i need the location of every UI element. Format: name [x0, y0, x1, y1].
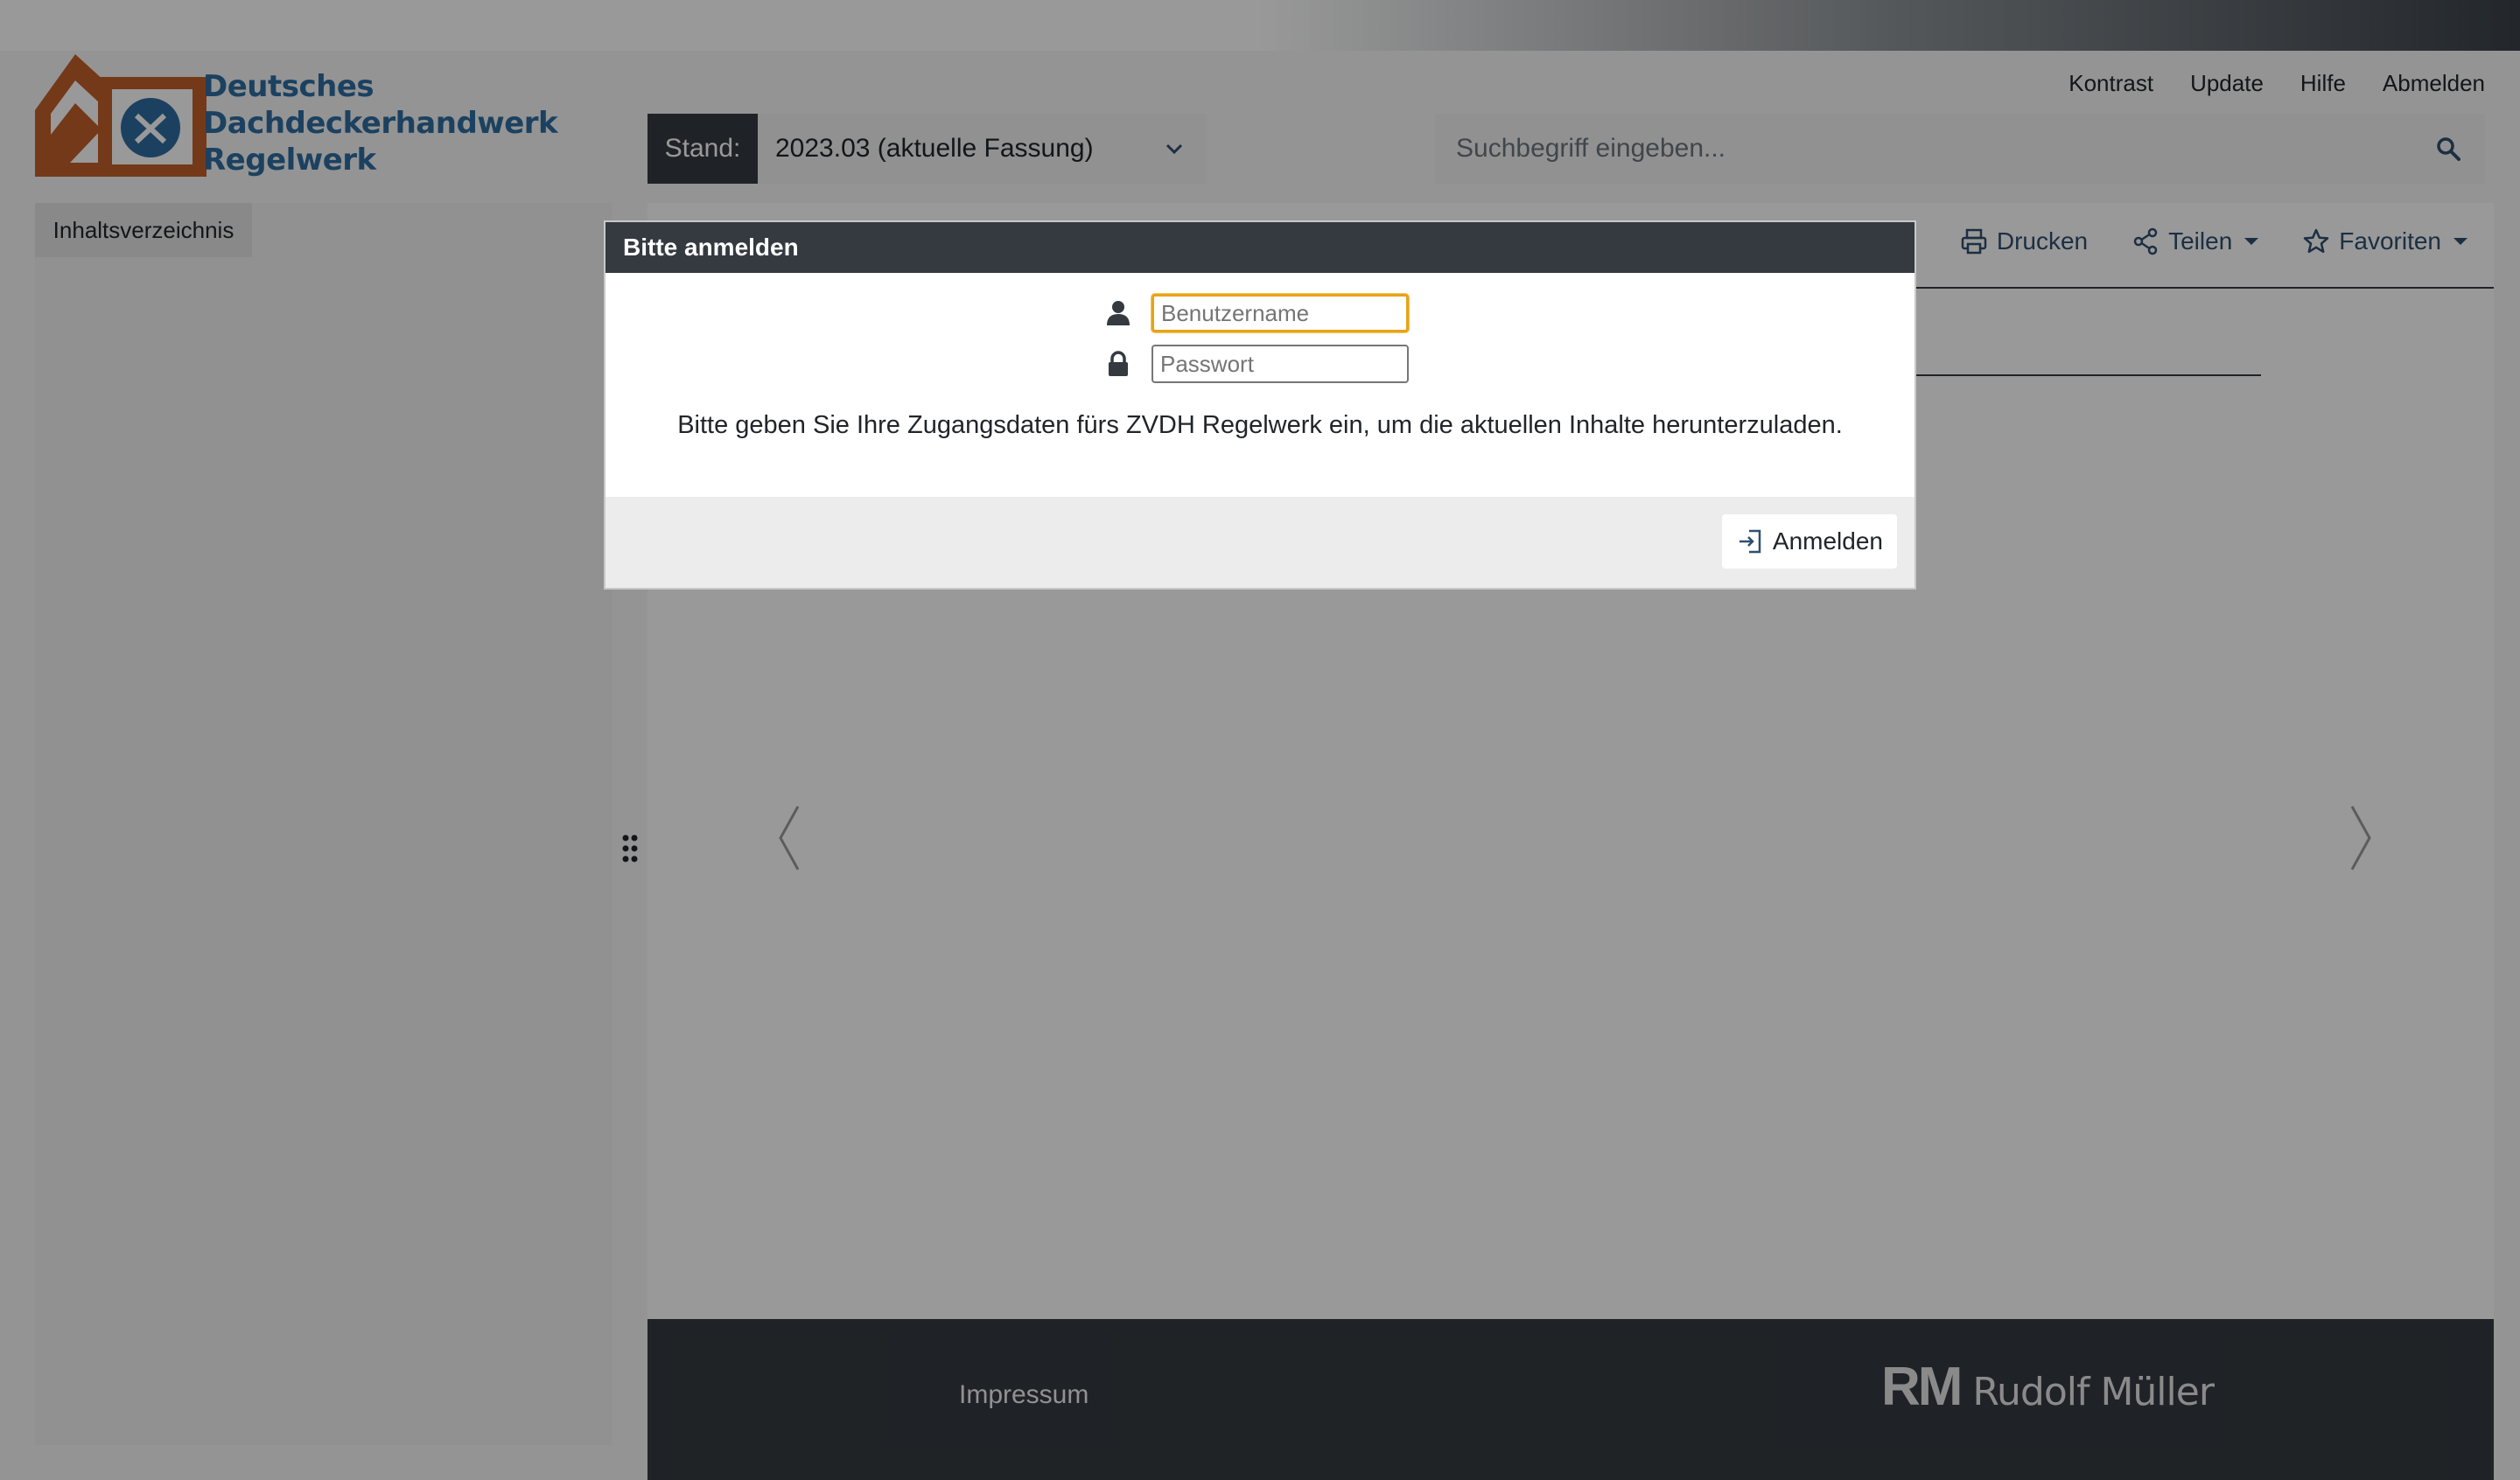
- dialog-title: Bitte anmelden: [606, 222, 1914, 273]
- login-label: Anmelden: [1772, 527, 1883, 555]
- username-row: [1104, 294, 1409, 332]
- dialog-message: Bitte geben Sie Ihre Zugangsdaten fürs Z…: [677, 411, 1843, 439]
- login-dialog: Bitte anmelden Bitte geben Sie Ihre Zuga…: [604, 220, 1916, 590]
- username-input[interactable]: [1152, 294, 1409, 332]
- lock-icon: [1109, 351, 1128, 376]
- password-row: [1104, 345, 1409, 383]
- dialog-footer: Anmelden: [606, 497, 1914, 588]
- user-icon: [1107, 301, 1130, 325]
- login-button[interactable]: Anmelden: [1721, 514, 1897, 569]
- sign-in-icon: [1739, 529, 1761, 554]
- password-input[interactable]: [1152, 345, 1409, 383]
